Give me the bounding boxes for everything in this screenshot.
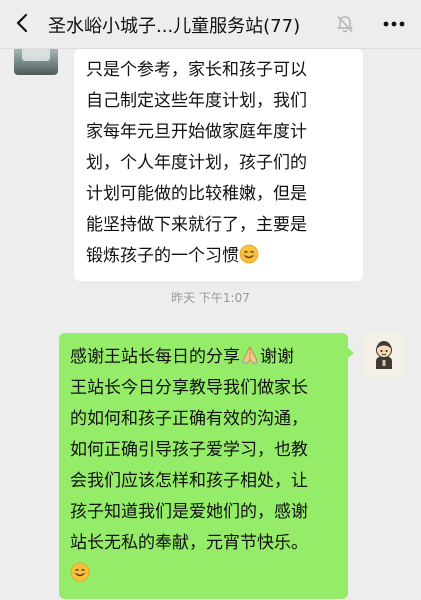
message-text: 只是个参考，家长和孩子可以 自己制定这些年度计划，我们 家每年元旦开始做家庭年度…	[86, 60, 307, 266]
praying-hands-emoji-icon	[242, 346, 258, 365]
outgoing-message-bubble[interactable]: 感谢王站长每日的分享 谢谢 王站长今日分享教导我们做家长 的如何和孩子正确有效的…	[59, 333, 354, 599]
smiling-face-emoji-icon	[239, 244, 259, 264]
bell-muted-icon	[337, 16, 353, 33]
chat-header: 圣水峪小城子...儿童服务站(77)	[0, 0, 421, 49]
message-text-part1: 感谢王站长每日的分享	[70, 347, 240, 367]
message-text-part2: 谢谢 王站长今日分享教导我们做家长 的如何和孩子正确有效的沟通， 如何正确引导孩…	[70, 347, 308, 553]
message-timestamp: 昨天 下午1:07	[171, 291, 250, 305]
incoming-message-bubble[interactable]: 只是个参考，家长和孩子可以 自己制定这些年度计划，我们 家每年元旦开始做家庭年度…	[74, 49, 363, 281]
more-dots-icon[interactable]	[382, 20, 406, 28]
avatar-image	[22, 49, 50, 61]
chat-message-list[interactable]: 只是个参考，家长和孩子可以 自己制定这些年度计划，我们 家每年元旦开始做家庭年度…	[0, 49, 421, 600]
chevron-left-icon[interactable]	[11, 11, 35, 35]
sender-avatar[interactable]	[14, 49, 58, 75]
smiling-face-emoji-icon	[70, 562, 90, 582]
chat-title[interactable]: 圣水峪小城子...儿童服务站(77)	[48, 12, 300, 38]
self-avatar[interactable]	[362, 333, 406, 377]
cartoon-character-avatar-icon	[362, 333, 406, 377]
